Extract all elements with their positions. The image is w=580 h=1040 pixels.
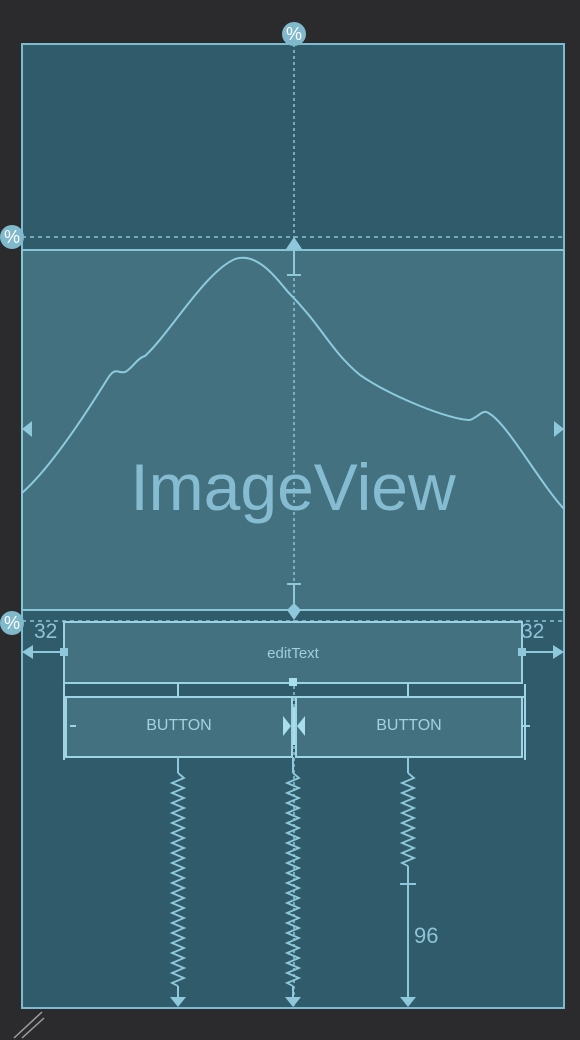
svg-text:%: %	[286, 24, 302, 44]
upper-guideline-percent-icon[interactable]: %	[0, 225, 24, 249]
layout-editor-canvas: % % % ImageView editText BUTTON BUTTON 3…	[0, 0, 580, 1040]
right-margin-value: 32	[521, 620, 545, 643]
edittext-label: editText	[267, 645, 319, 662]
svg-text:%: %	[4, 227, 20, 247]
image-view-label: ImageView	[130, 450, 456, 524]
edittext-bottom-handle[interactable]	[289, 678, 297, 686]
left-margin-value: 32	[34, 620, 58, 643]
bottom-margin-value: 96	[414, 923, 439, 948]
resize-handle-icon[interactable]	[13, 1011, 45, 1039]
svg-text:%: %	[4, 613, 20, 633]
left-button-label: BUTTON	[146, 717, 212, 734]
right-button-label: BUTTON	[376, 717, 442, 734]
lower-guideline-percent-icon[interactable]: %	[0, 611, 24, 635]
top-guideline-percent-icon[interactable]: %	[282, 22, 306, 46]
image-view-area[interactable]	[21, 249, 565, 611]
